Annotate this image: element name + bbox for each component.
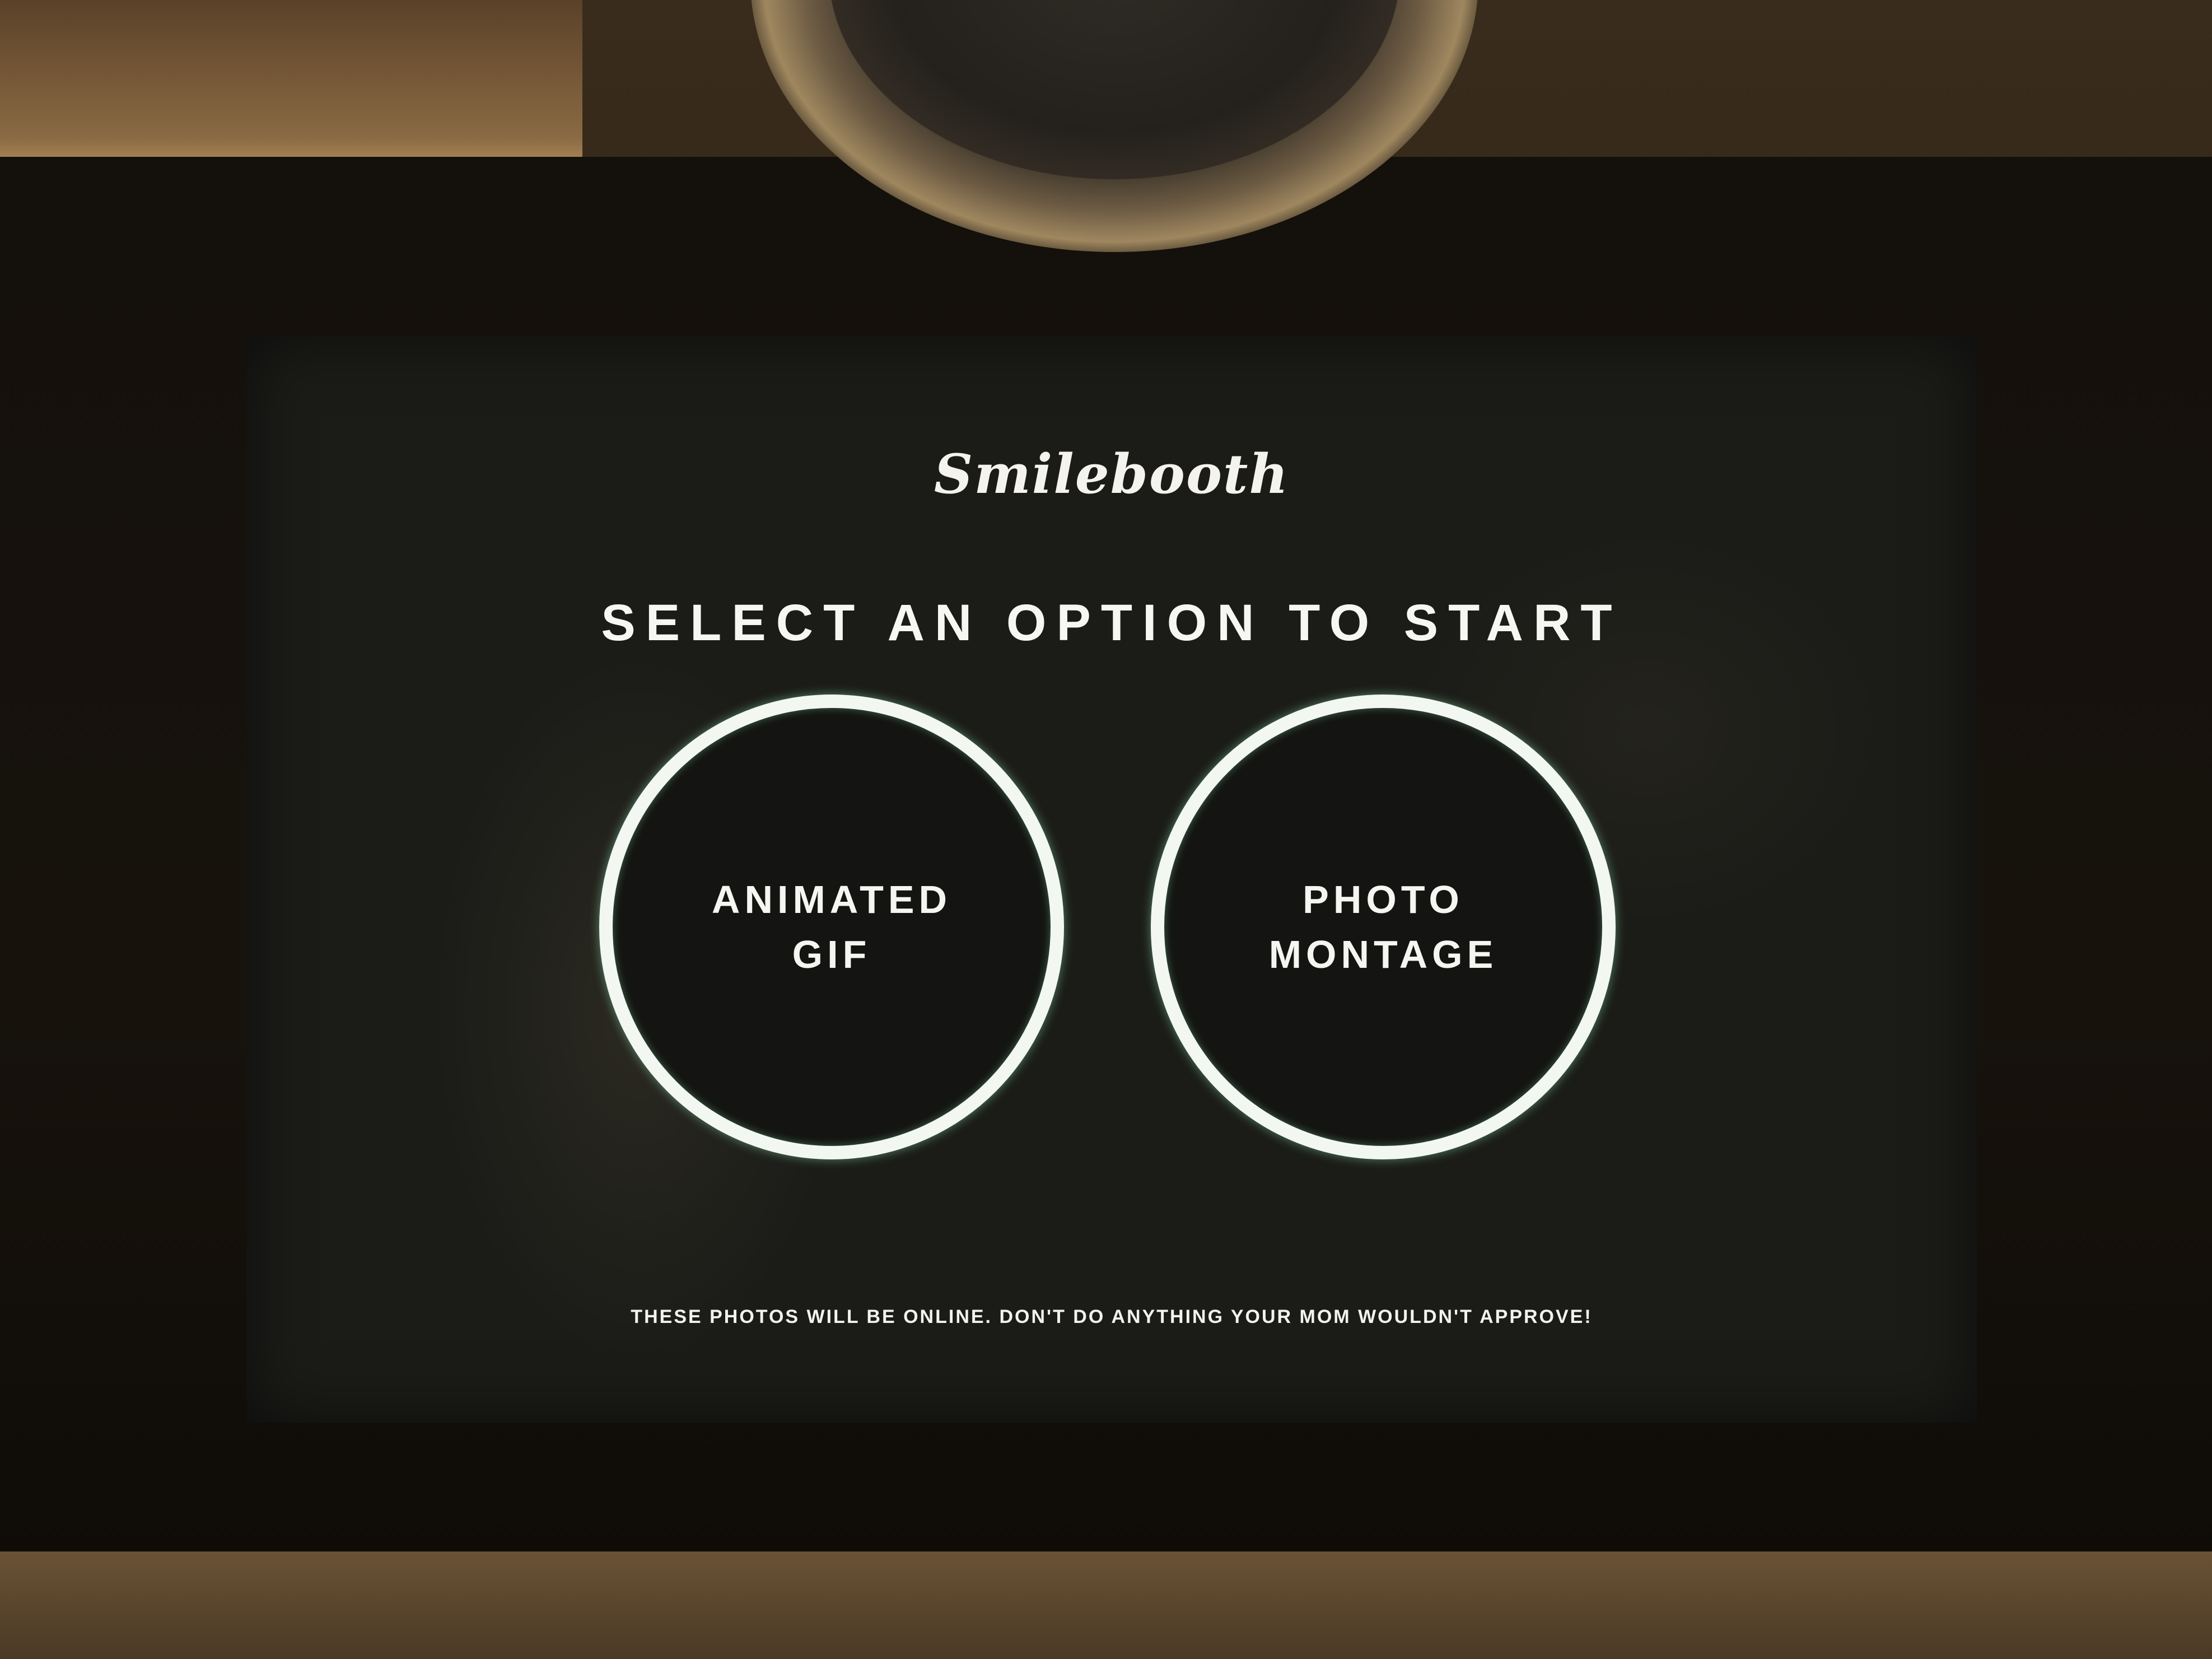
wall-light <box>0 0 582 162</box>
touch-screen: Smilebooth SELECT AN OPTION TO START ANI… <box>246 336 1977 1423</box>
smilebooth-logo: Smilebooth <box>934 442 1290 506</box>
photo-montage-button[interactable]: PHOTO MONTAGE <box>1151 695 1616 1159</box>
animated-gif-button[interactable]: ANIMATED GIF <box>599 695 1064 1159</box>
page-title: SELECT AN OPTION TO START <box>601 594 1622 651</box>
photo-montage-label: PHOTO MONTAGE <box>1268 878 1498 976</box>
photo-booth-scene: Smilebooth SELECT AN OPTION TO START ANI… <box>0 0 2212 1659</box>
disclaimer-text: THESE PHOTOS WILL BE ONLINE. DON'T DO AN… <box>631 1306 1593 1327</box>
booth-housing-edge <box>0 1551 2212 1659</box>
animated-gif-label: ANIMATED GIF <box>711 878 952 976</box>
